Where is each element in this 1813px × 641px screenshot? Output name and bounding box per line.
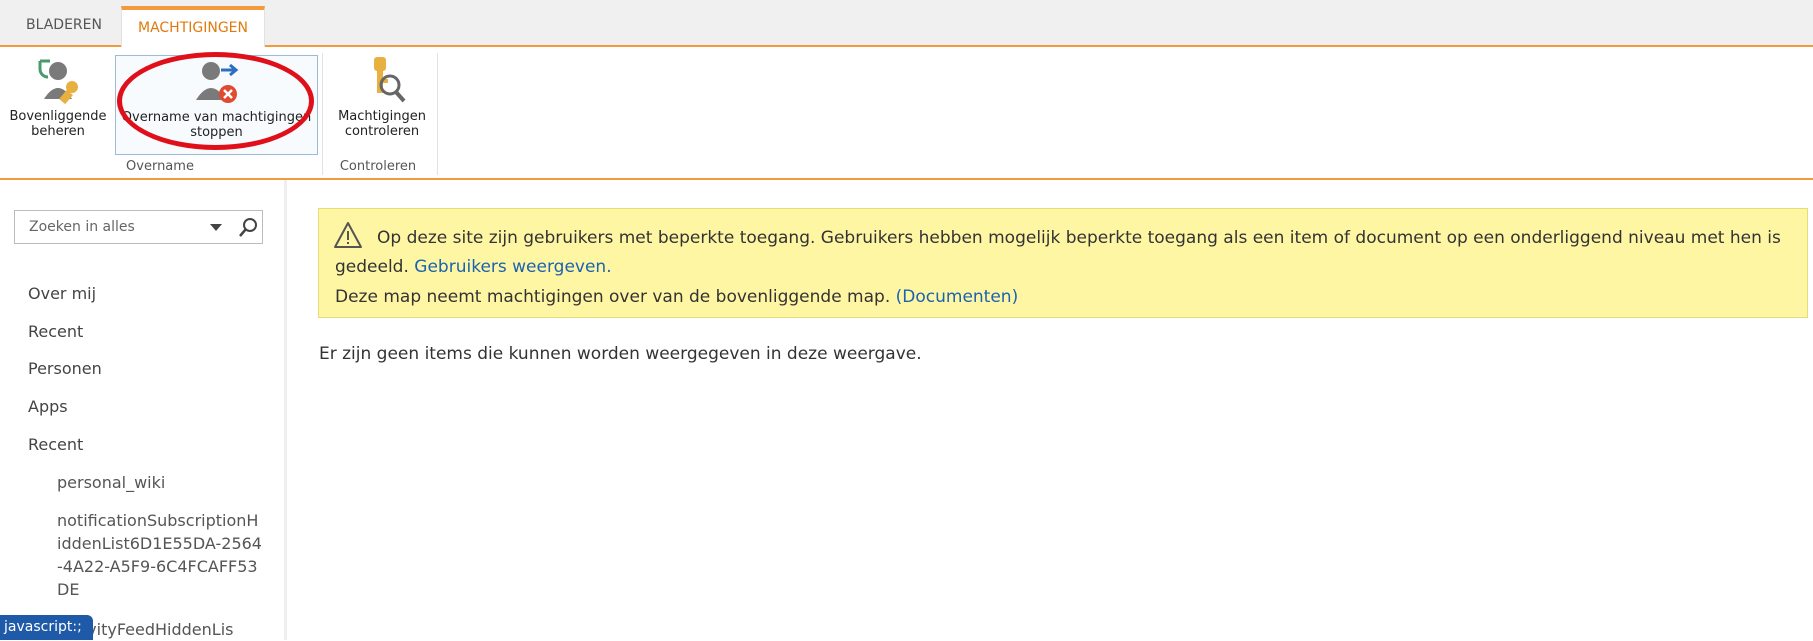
manage-parent-button[interactable]: Bovenliggende beheren: [2, 55, 114, 155]
manage-parent-label-1: Bovenliggende: [9, 109, 107, 124]
warning-text: Op deze site zijn gebruikers met beperkt…: [335, 224, 1795, 282]
stop-inheritance-icon: [195, 62, 238, 103]
check-permissions-button[interactable]: Machtigingen controleren: [328, 55, 436, 155]
nav-subitem-personal-wiki[interactable]: personal_wiki: [57, 471, 262, 494]
documents-link[interactable]: (Documenten): [896, 287, 1019, 307]
stop-inheritance-label-1: Overname van machtigingen: [121, 110, 312, 125]
group-divider: [437, 53, 438, 175]
chevron-down-icon[interactable]: [208, 219, 224, 235]
tab-permissions[interactable]: MACHTIGINGEN: [121, 6, 265, 49]
check-permissions-label-2: controleren: [344, 124, 420, 139]
check-permissions-label-1: Machtigingen: [338, 109, 426, 124]
inheritance-info: Deze map neemt machtigingen over van de …: [335, 283, 1018, 312]
group-label-check: Controleren: [339, 159, 417, 174]
group-divider: [322, 53, 323, 175]
limited-access-warning: Op deze site zijn gebruikers met beperkt…: [318, 208, 1808, 318]
search-box: [14, 210, 263, 244]
manage-parent-label-2: beheren: [31, 124, 85, 139]
show-users-link[interactable]: Gebruikers weergeven.: [414, 257, 611, 277]
group-label-inheritance: Overname: [126, 159, 194, 174]
left-navigation: Over mij Recent Personen Apps Recent per…: [0, 180, 287, 640]
tab-browse[interactable]: BLADEREN: [12, 6, 116, 47]
stop-inheritance-label-2: stoppen: [190, 125, 243, 140]
nav-item-apps[interactable]: Apps: [28, 396, 68, 418]
key-magnifier-icon: [374, 57, 406, 103]
nav-item-recent[interactable]: Recent: [28, 321, 83, 343]
search-input[interactable]: [15, 211, 219, 243]
inheritance-message: Deze map neemt machtigingen over van de …: [335, 287, 891, 307]
nav-item-recent-heading[interactable]: Recent: [28, 434, 83, 456]
nav-item-about-me[interactable]: Over mij: [28, 283, 96, 305]
ribbon-tab-strip: BLADEREN MACHTIGINGEN: [0, 0, 1813, 49]
nav-subitem-notification-list[interactable]: notificationSubscriptionHiddenList6D1E55…: [57, 509, 262, 601]
nav-item-people[interactable]: Personen: [28, 358, 102, 380]
manage-parent-icon: [38, 59, 78, 105]
empty-view-message: Er zijn geen items die kunnen worden wee…: [319, 344, 922, 364]
ribbon: Bovenliggende beheren Overname van macht…: [0, 47, 1813, 180]
status-bar-link-preview: javascript:;: [0, 615, 93, 640]
stop-inheriting-permissions-button[interactable]: Overname van machtigingen stoppen: [115, 55, 318, 155]
search-icon[interactable]: [237, 216, 259, 238]
